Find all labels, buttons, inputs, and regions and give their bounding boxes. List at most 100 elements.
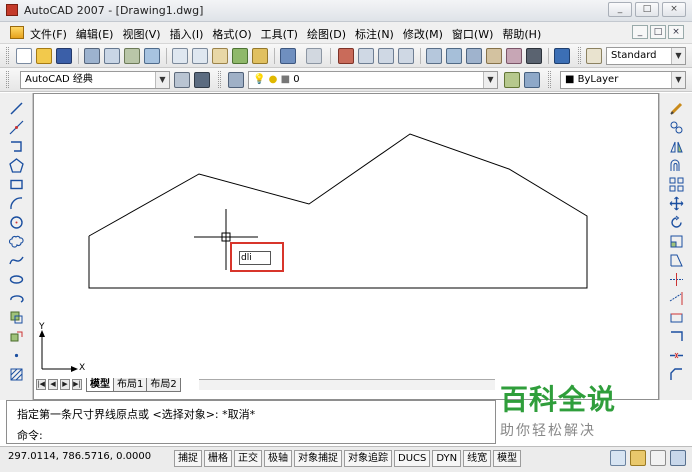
menu-format[interactable]: 格式(O)	[212, 26, 251, 42]
color-dropdown[interactable]: ■ ByLayer ▼	[560, 71, 686, 89]
undo-icon[interactable]	[280, 48, 296, 64]
chamfer-icon[interactable]	[669, 367, 684, 382]
doc-restore-button[interactable]: □	[650, 25, 666, 39]
move-icon[interactable]	[669, 196, 684, 211]
stretch-icon[interactable]	[669, 253, 684, 268]
text-style-icon[interactable]	[586, 48, 602, 64]
spline-icon[interactable]	[9, 253, 24, 268]
design-center-icon[interactable]	[446, 48, 462, 64]
drawing-canvas[interactable]: Y X dli |◀ ◀ ▶ ▶| 模型 布局1 布局2	[33, 93, 659, 400]
zoom-realtime-icon[interactable]	[358, 48, 374, 64]
offset-icon[interactable]	[669, 158, 684, 173]
revision-cloud-icon[interactable]	[9, 234, 24, 249]
arc-icon[interactable]	[9, 196, 24, 211]
toolbar-grip[interactable]	[218, 71, 221, 88]
maximize-button[interactable]: □	[635, 2, 659, 17]
polar-toggle[interactable]: 极轴	[264, 450, 292, 467]
menu-tools[interactable]: 工具(T)	[261, 26, 298, 42]
first-tab-icon[interactable]: |◀	[36, 379, 46, 390]
plot-icon[interactable]	[144, 48, 160, 64]
tab-layout2[interactable]: 布局2	[146, 377, 181, 392]
cut-icon[interactable]	[172, 48, 188, 64]
polyline-icon[interactable]	[9, 139, 24, 154]
sheet-set-icon[interactable]	[486, 48, 502, 64]
dynamic-input-field[interactable]: dli	[239, 251, 271, 265]
horizontal-scrollbar[interactable]	[199, 379, 495, 390]
paste-icon[interactable]	[212, 48, 228, 64]
tab-layout1[interactable]: 布局1	[113, 377, 148, 392]
prev-tab-icon[interactable]: ◀	[48, 379, 58, 390]
lock-toolbar-icon[interactable]	[630, 450, 646, 466]
toolbar-grip[interactable]	[6, 47, 9, 64]
ortho-toggle[interactable]: 正交	[234, 450, 262, 467]
menu-insert[interactable]: 插入(I)	[170, 26, 204, 42]
osnap-toggle[interactable]: 对象捕捉	[294, 450, 342, 467]
layer-manager-icon[interactable]	[228, 72, 244, 88]
publish-icon[interactable]	[124, 48, 140, 64]
scale-icon[interactable]	[669, 234, 684, 249]
zoom-previous-icon[interactable]	[398, 48, 414, 64]
layer-previous-icon[interactable]	[524, 72, 540, 88]
rotate-icon[interactable]	[669, 215, 684, 230]
next-tab-icon[interactable]: ▶	[60, 379, 70, 390]
grid-toggle[interactable]: 栅格	[204, 450, 232, 467]
redo-icon[interactable]	[306, 48, 322, 64]
dyn-toggle[interactable]: DYN	[432, 450, 462, 467]
line-icon[interactable]	[9, 101, 24, 116]
minimize-button[interactable]: _	[608, 2, 632, 17]
autocad-app-icon[interactable]	[6, 4, 18, 16]
ellipse-arc-icon[interactable]	[9, 291, 24, 306]
toolbar-grip[interactable]	[6, 71, 9, 88]
rectangle-icon[interactable]	[9, 177, 24, 192]
workspace-settings-icon[interactable]	[174, 72, 190, 88]
make-layer-current-icon[interactable]	[504, 72, 520, 88]
menu-help[interactable]: 帮助(H)	[502, 26, 541, 42]
save-icon[interactable]	[56, 48, 72, 64]
toolbar-grip[interactable]	[578, 47, 581, 64]
lineweight-toggle[interactable]: 线宽	[463, 450, 492, 467]
circle-icon[interactable]	[9, 215, 24, 230]
menu-file[interactable]: 文件(F)	[30, 26, 67, 42]
open-file-icon[interactable]	[36, 48, 52, 64]
copy-icon[interactable]	[192, 48, 208, 64]
block-editor-icon[interactable]	[252, 48, 268, 64]
construction-line-icon[interactable]	[9, 120, 24, 135]
tool-palettes-icon[interactable]	[466, 48, 482, 64]
doc-close-button[interactable]: ×	[668, 25, 684, 39]
text-style-dropdown[interactable]: Standard ▼	[606, 47, 686, 65]
workspace-dropdown[interactable]: AutoCAD 经典 ▼	[20, 71, 170, 89]
match-properties-icon[interactable]	[232, 48, 248, 64]
menu-view[interactable]: 视图(V)	[122, 26, 160, 42]
calculator-icon[interactable]	[526, 48, 542, 64]
toolbar-grip[interactable]	[548, 71, 551, 88]
menu-dimension[interactable]: 标注(N)	[355, 26, 394, 42]
layer-dropdown[interactable]: 💡 ● ■ 0 ▼	[248, 71, 498, 89]
make-block-icon[interactable]	[9, 329, 24, 344]
copy-object-icon[interactable]	[669, 120, 684, 135]
hatch-icon[interactable]	[9, 367, 24, 382]
insert-block-icon[interactable]	[9, 310, 24, 325]
erase-icon[interactable]	[669, 101, 684, 116]
snap-toggle[interactable]: 捕捉	[174, 450, 202, 467]
polygon-icon[interactable]	[9, 158, 24, 173]
point-icon[interactable]	[9, 348, 24, 363]
menu-window[interactable]: 窗口(W)	[452, 26, 493, 42]
markup-icon[interactable]	[506, 48, 522, 64]
close-button[interactable]: ×	[662, 2, 686, 17]
menu-edit[interactable]: 编辑(E)	[76, 26, 114, 42]
break-at-point-icon[interactable]	[669, 310, 684, 325]
zoom-window-icon[interactable]	[378, 48, 394, 64]
break-icon[interactable]	[669, 329, 684, 344]
command-window[interactable]: 指定第一条尺寸界线原点或 <选择对象>: *取消* 命令:	[6, 400, 496, 444]
ducs-toggle[interactable]: DUCS	[394, 450, 431, 467]
new-file-icon[interactable]	[16, 48, 32, 64]
trim-icon[interactable]	[669, 272, 684, 287]
communication-center-icon[interactable]	[610, 450, 626, 466]
tab-model[interactable]: 模型	[86, 377, 114, 392]
model-toggle[interactable]: 模型	[493, 450, 522, 467]
menu-draw[interactable]: 绘图(D)	[307, 26, 346, 42]
print-preview-icon[interactable]	[104, 48, 120, 64]
doc-minimize-button[interactable]: _	[632, 25, 648, 39]
pan-icon[interactable]	[338, 48, 354, 64]
extend-icon[interactable]	[669, 291, 684, 306]
